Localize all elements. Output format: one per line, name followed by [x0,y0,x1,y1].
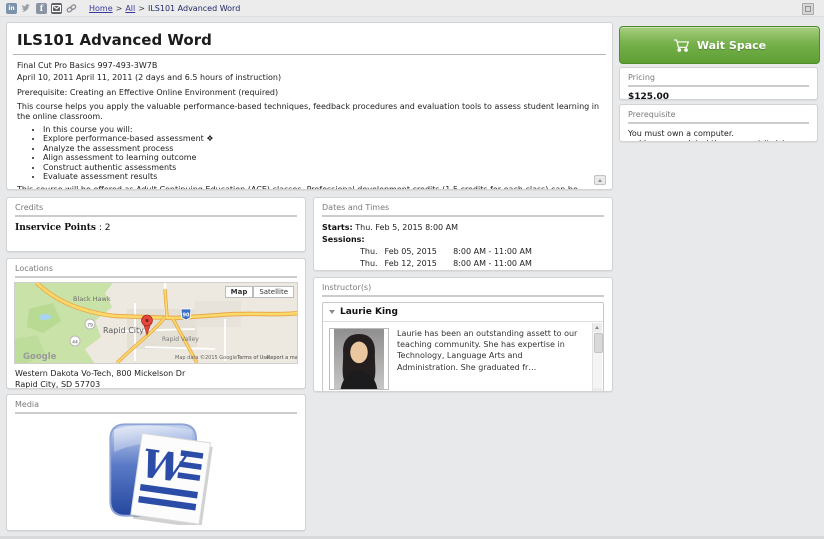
instructor-photo [329,328,389,390]
session-time: 8:00 AM - 11:00 AM [453,246,532,258]
linkedin-icon[interactable]: in [6,3,17,14]
course-summary-card: ILS101 Advanced Word Final Cut Pro Basic… [6,22,613,190]
breadcrumb-all-link[interactable]: All [125,4,135,13]
list-item: Explore performance-based assessment ❖ [43,134,602,143]
map-label-black-hawk: Black Hawk [73,295,111,303]
dates-header: Dates and Times [314,198,612,215]
scroll-up-icon[interactable] [593,323,602,332]
location-address: Western Dakota Vo-Tech, 800 Mickelson Dr… [7,364,305,389]
session-date: Feb 12, 2015 [385,258,451,270]
breadcrumb-home-link[interactable]: Home [89,4,113,13]
dates-times-card: Dates and Times Starts: Thu. Feb 5, 2015… [313,197,613,271]
prerequisite-checkbox-label: I have completed the prerequisite(s) abo… [639,139,809,142]
pricing-header: Pricing [620,68,817,85]
map-label-rapid-city: Rapid City [103,326,144,335]
route-shield-44: 44 [72,339,78,345]
session-day: Thu. [360,258,382,270]
permalink-icon[interactable] [66,3,77,14]
starts-value: Thu. Feb 5, 2015 8:00 AM [355,223,458,232]
wait-space-button[interactable]: Wait Space [619,26,820,64]
email-icon[interactable] [51,3,62,14]
list-item: Analyze the assessment process [43,144,602,153]
session-day: Thu. [360,246,382,258]
top-bar: in f Home > All > ILS101 Advanced Word [0,0,824,17]
session-row: Thu. Feb 12, 2015 8:00 AM - 11:00 AM [322,258,604,270]
satellite-button[interactable]: Satellite [253,286,294,298]
course-description: Final Cut Pro Basics 997-493-3W7B April … [7,55,612,190]
dates-body: Starts: Thu. Feb 5, 2015 8:00 AM Session… [314,217,612,271]
media-card: Media W [6,394,306,531]
route-shield-79: 79 [87,322,93,328]
course-dates-line: April 10, 2011 April 11, 2011 (2 days an… [17,73,602,83]
instructor-bio: Laurie has been an outstanding assett to… [397,328,597,392]
map-terms-link[interactable]: Terms of Use [236,355,269,361]
price-value: $125.00 [620,87,817,100]
list-item: Align assessment to learning outcome [43,153,602,162]
list-item: Construct authentic assessments [43,163,602,172]
google-watermark: Google [23,352,57,362]
media-header: Media [7,395,305,412]
prerequisite-checkbox-row: I have completed the prerequisite(s) abo… [620,139,817,142]
ms-word-icon[interactable]: W [95,415,217,525]
list-item: In this course you will: [43,125,602,134]
session-row: Thu. Feb 05, 2015 8:00 AM - 11:00 AM [322,246,604,258]
prerequisite-note: You must own a computer. [620,124,817,139]
instructor-name: Laurie King [340,307,398,317]
facebook-icon[interactable]: f [36,3,47,14]
course-paragraph: This course will be offered as Adult Con… [17,185,602,190]
google-map[interactable]: 79 44 90 Black Hawk Rapid City Rapid Val… [14,282,298,364]
bio-scrollbar[interactable] [592,323,602,392]
map-button[interactable]: Map [225,286,254,298]
course-intro: This course helps you apply the valuable… [17,102,602,122]
social-share-bar: in f [6,3,77,14]
wait-space-label: Wait Space [697,39,766,52]
session-time: 8:00 AM - 11:00 AM [453,258,532,270]
prerequisite-card: Prerequisite You must own a computer. I … [619,104,818,142]
prerequisite-header: Prerequisite [620,105,817,122]
expand-description-icon[interactable] [594,175,606,185]
twitter-icon[interactable] [21,3,32,14]
credits-value: : 2 [99,223,111,233]
credits-value-row: Inservice Points : 2 [7,217,305,239]
sessions-label: Sessions: [322,234,604,246]
instructor-details: Laurie has been an outstanding assett to… [323,322,603,392]
list-item: Evaluate assessment results [43,172,602,181]
credits-header: Credits [7,198,305,215]
map-label-rapid-valley: Rapid Valley [162,336,199,343]
instructor-panel: Laurie King Laurie has been an outstandi… [322,302,604,392]
breadcrumb-separator: > [138,4,145,13]
credits-card: Credits Inservice Points : 2 [6,197,306,252]
course-prerequisite-line: Prerequisite: Creating an Effective Onli… [17,88,602,98]
starts-row: Starts: Thu. Feb 5, 2015 8:00 AM [322,222,604,234]
map-attribution: Map data ©2015 Google [175,354,237,361]
address-line-1: Western Dakota Vo-Tech, 800 Mickelson Dr [15,369,297,380]
instructors-card: Instructor(s) Laurie King Laurie has [313,277,613,392]
cart-icon [673,38,691,53]
scroll-down-icon[interactable] [593,388,602,392]
interstate-shield-90: 90 [183,313,190,319]
collapse-arrow-icon [329,310,335,314]
map-report-error-link[interactable]: Report a map error [267,355,298,361]
scrollbar-thumb[interactable] [594,333,603,353]
credits-label: Inservice Points [15,223,96,233]
breadcrumb: Home > All > ILS101 Advanced Word [89,4,240,13]
locations-header: Locations [7,259,305,276]
course-objectives-list: In this course you will: Explore perform… [17,125,602,182]
grid-icon[interactable] [802,3,814,15]
breadcrumb-current: ILS101 Advanced Word [148,4,240,13]
session-date: Feb 05, 2015 [385,246,451,258]
map-type-controls: Map Satellite [225,286,294,298]
media-body: W [7,414,305,526]
instructors-header: Instructor(s) [314,278,612,295]
course-subtitle: Final Cut Pro Basics 997-493-3W7B [17,61,602,71]
course-detail-page: in f Home > All > ILS101 Advanced Word I… [0,0,824,539]
page-title: ILS101 Advanced Word [7,23,612,54]
starts-label: Starts: [322,223,353,232]
breadcrumb-separator: > [116,4,123,13]
address-line-2: Rapid City, SD 57703 [15,380,297,389]
pricing-card: Pricing $125.00 [619,67,818,100]
instructor-toggle[interactable]: Laurie King [323,303,603,322]
locations-card: Locations 79 44 [6,258,306,389]
